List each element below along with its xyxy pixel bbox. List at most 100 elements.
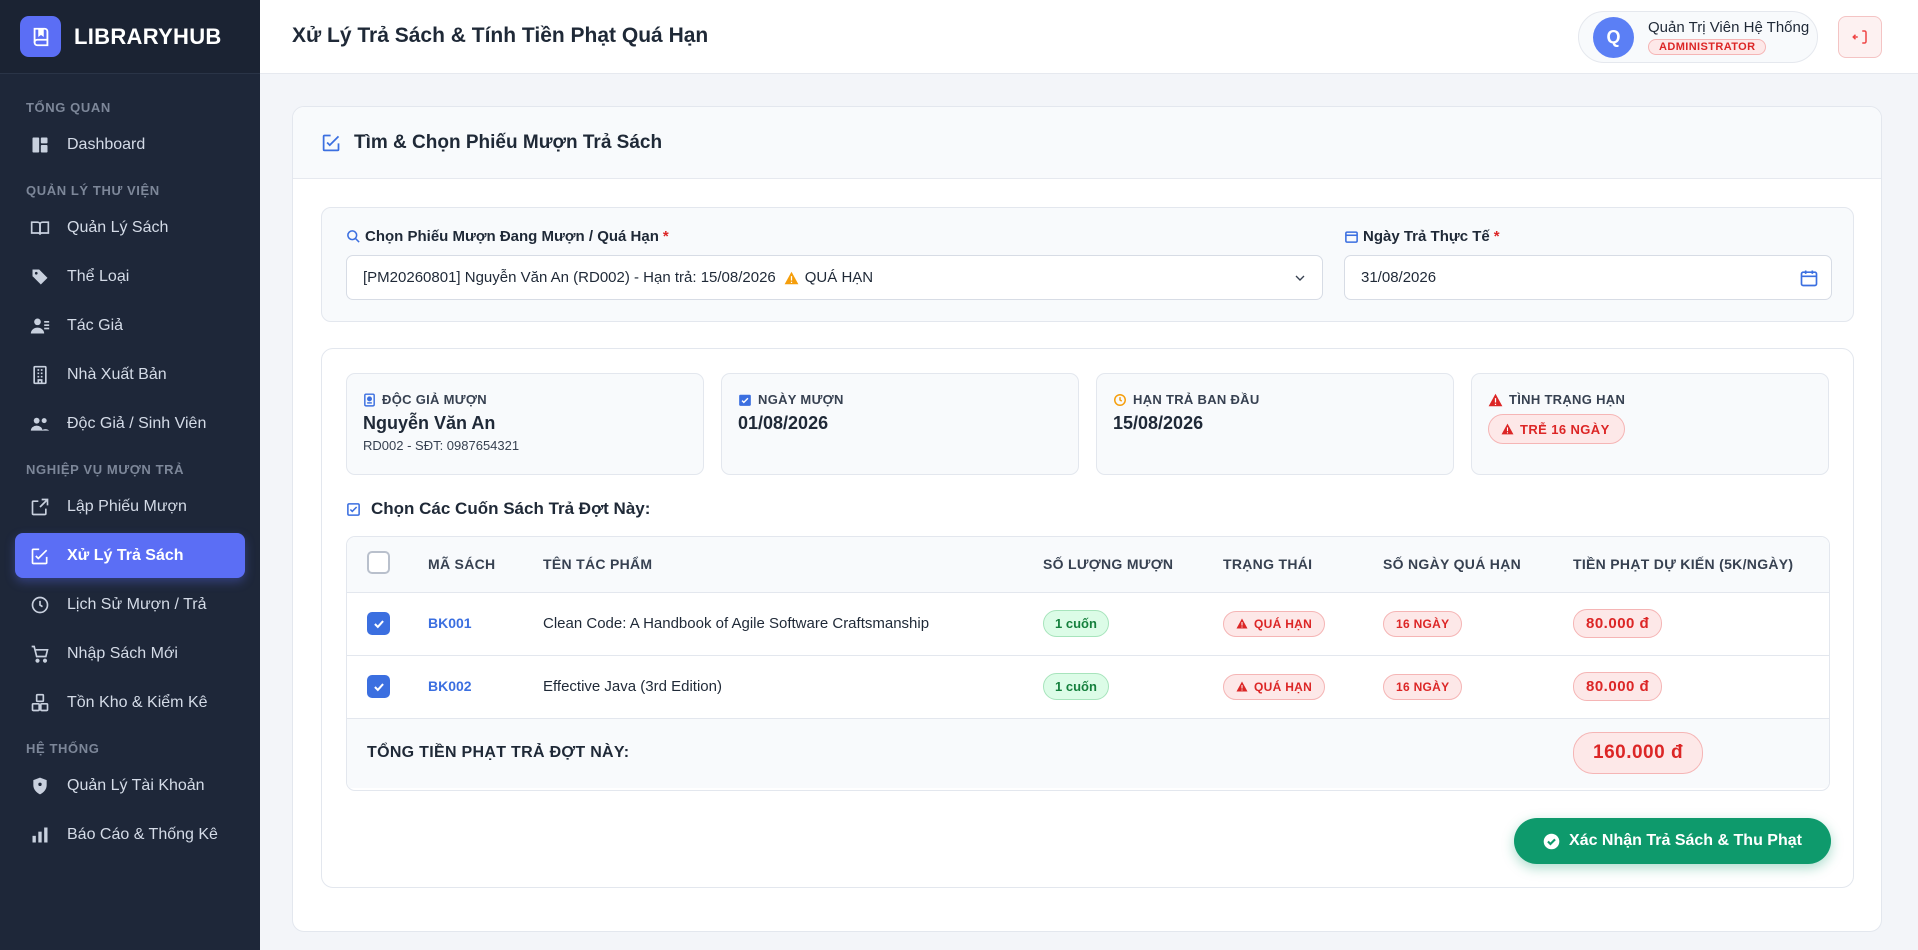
total-row: TỔNG TIỀN PHẠT TRẢ ĐỢT NÀY: 160.000 đ [347,718,1829,788]
fine-cell: 80.000 đ [1573,592,1829,655]
user-menu[interactable]: Q Quản Trị Viên Hệ Thống ADMINISTRATOR [1578,11,1818,63]
sidebar-item-books[interactable]: Quản Lý Sách [15,205,245,250]
fine-badge: 80.000 đ [1573,609,1663,638]
overdue-days-badge: 16 NGÀY [1383,673,1463,700]
external-link-icon [31,498,49,515]
due-status-label: TÌNH TRẠNG HẠN [1488,392,1828,407]
return-date-input[interactable]: 31/08/2026 [1344,255,1832,300]
due-status-card: TÌNH TRẠNG HẠN TRỄ 16 NGÀY [1471,373,1829,475]
tag-icon [32,269,48,284]
sidebar-item-inventory[interactable]: Tồn Kho & Kiểm Kê [15,680,245,725]
page-title: Xử Lý Trả Sách & Tính Tiền Phạt Quá Hạn [292,24,709,47]
calendar-icon [1345,231,1358,243]
calendar-check-icon [739,394,751,406]
loan-select[interactable]: [PM20260801] Nguyễn Văn An (RD002) - Hạn… [346,255,1323,300]
return-date-label-text: Ngày Trả Thực Tế [1363,228,1490,245]
reader-label-text: ĐỘC GIẢ MƯỢN [382,392,487,407]
sidebar-item-categories[interactable]: Thể Loại [15,254,245,299]
reader-name: Nguyễn Văn An [363,413,496,433]
row-select-cell [347,655,428,718]
return-date-value: 31/08/2026 [1361,269,1437,286]
nav-section-library: QUẢN LÝ THƯ VIỆN [26,183,160,198]
qty-badge: 1 cuốn [1043,610,1109,637]
user-info: Quản Trị Viên Hệ Thống ADMINISTRATOR [1648,19,1809,55]
checkmark-icon [373,682,384,691]
sidebar-item-label: Nhà Xuất Bản [67,365,167,383]
sidebar-item-readers[interactable]: Độc Giả / Sinh Viên [15,401,245,446]
brand-name: LIBRARYHUB [74,23,222,49]
loan-selector-panel: Chọn Phiếu Mượn Đang Mượn / Quá Hạn * [P… [321,207,1854,322]
sidebar-item-label: Báo Cáo & Thống Kê [67,825,218,843]
sidebar-item-dashboard[interactable]: Dashboard [15,122,245,167]
status-badge: QUÁ HẠN [1223,673,1326,700]
qty-cell: 1 cuốn [1043,592,1223,655]
confirm-return-button[interactable]: Xác Nhận Trả Sách & Thu Phạt [1514,818,1831,864]
select-all-checkbox[interactable] [367,551,390,575]
col-code: MÃ SÁCH [428,537,543,593]
sidebar-item-import-books[interactable]: Nhập Sách Mới [15,631,245,676]
sidebar-item-history[interactable]: Lịch Sử Mượn / Trả [15,582,245,627]
logout-button[interactable] [1838,16,1882,58]
sidebar-item-authors[interactable]: Tác Giả [15,303,245,348]
checkbox-list-icon [347,502,360,516]
status-text: QUÁ HẠN [1254,679,1313,694]
books-table: MÃ SÁCH TÊN TÁC PHẨM SỐ LƯỢNG MƯỢN TRẠNG… [346,536,1830,791]
qty-badge: 1 cuốn [1043,673,1109,700]
borrow-date-label: NGÀY MƯỢN [738,392,1078,407]
book-title: Effective Java (3rd Edition) [543,678,722,695]
fine-cell: 80.000 đ [1573,655,1829,718]
borrow-date-label-text: NGÀY MƯỢN [758,392,844,407]
chevron-down-icon [1295,275,1305,281]
loan-select-label: Chọn Phiếu Mượn Đang Mượn / Quá Hạn * [346,228,669,245]
sidebar-item-process-return[interactable]: Xử Lý Trả Sách [15,533,245,578]
warning-icon [1236,618,1248,629]
dashboard-icon [32,137,48,152]
select-all-cell [347,537,428,593]
sidebar-item-reports[interactable]: Báo Cáo & Thống Kê [15,812,245,857]
card-header: Tìm & Chọn Phiếu Mượn Trả Sách [293,107,1881,179]
due-status-label-text: TÌNH TRẠNG HẠN [1509,392,1626,407]
table-row[interactable]: BK002 Effective Java (3rd Edition) 1 cuố… [347,655,1829,718]
required-mark: * [1493,228,1500,245]
table-header-row: MÃ SÁCH TÊN TÁC PHẨM SỐ LƯỢNG MƯỢN TRẠNG… [347,537,1829,593]
logout-icon [1852,30,1867,44]
sidebar-item-create-loan[interactable]: Lập Phiếu Mượn [15,484,245,529]
user-role-badge: ADMINISTRATOR [1648,39,1767,55]
table-row[interactable]: BK001 Clean Code: A Handbook of Agile So… [347,592,1829,655]
sidebar-item-label: Xử Lý Trả Sách [67,546,184,564]
return-date-label: Ngày Trả Thực Tế * [1344,228,1500,245]
status-badge: QUÁ HẠN [1223,610,1326,637]
check-circle-icon [1543,833,1560,849]
book-code-link[interactable]: BK002 [428,678,472,694]
sidebar-item-label: Độc Giả / Sinh Viên [67,414,207,432]
reader-label: ĐỘC GIẢ MƯỢN [363,392,703,407]
card-title: Tìm & Chọn Phiếu Mượn Trả Sách [354,131,663,153]
required-mark: * [662,228,669,245]
late-days-badge: TRỄ 16 NGÀY [1488,414,1625,444]
sidebar-item-label: Thể Loại [67,267,130,285]
user-pen-icon [30,318,50,333]
due-date-card: HẠN TRẢ BAN ĐẦU 15/08/2026 [1096,373,1454,475]
due-date-label-text: HẠN TRẢ BAN ĐẦU [1133,392,1260,407]
reader-info-card: ĐỘC GIẢ MƯỢN Nguyễn Văn An RD002 - SĐT: … [346,373,704,475]
due-date-label: HẠN TRẢ BAN ĐẦU [1113,392,1453,407]
edit-square-icon [31,548,48,564]
book-code-cell: BK002 [428,655,543,718]
clock-icon [1114,393,1126,406]
book-code-link[interactable]: BK001 [428,615,472,631]
fine-badge: 80.000 đ [1573,672,1663,701]
sidebar-item-publishers[interactable]: Nhà Xuất Bản [15,352,245,397]
sidebar-item-accounts[interactable]: Quản Lý Tài Khoản [15,763,245,808]
cart-icon [31,645,49,663]
sidebar-item-label: Lập Phiếu Mượn [67,497,187,515]
brand[interactable]: LIBRARYHUB [0,0,260,74]
sidebar-item-label: Quản Lý Sách [67,218,169,236]
calendar-picker-icon[interactable] [1799,268,1819,288]
loan-detail-panel: ĐỘC GIẢ MƯỢN Nguyễn Văn An RD002 - SĐT: … [321,348,1854,888]
search-icon [347,230,360,243]
row-checkbox[interactable] [367,675,390,698]
building-icon [33,365,47,384]
row-checkbox[interactable] [367,612,390,635]
warning-icon [1501,423,1514,435]
books-section-title-text: Chọn Các Cuốn Sách Trả Đợt Này: [371,499,651,518]
